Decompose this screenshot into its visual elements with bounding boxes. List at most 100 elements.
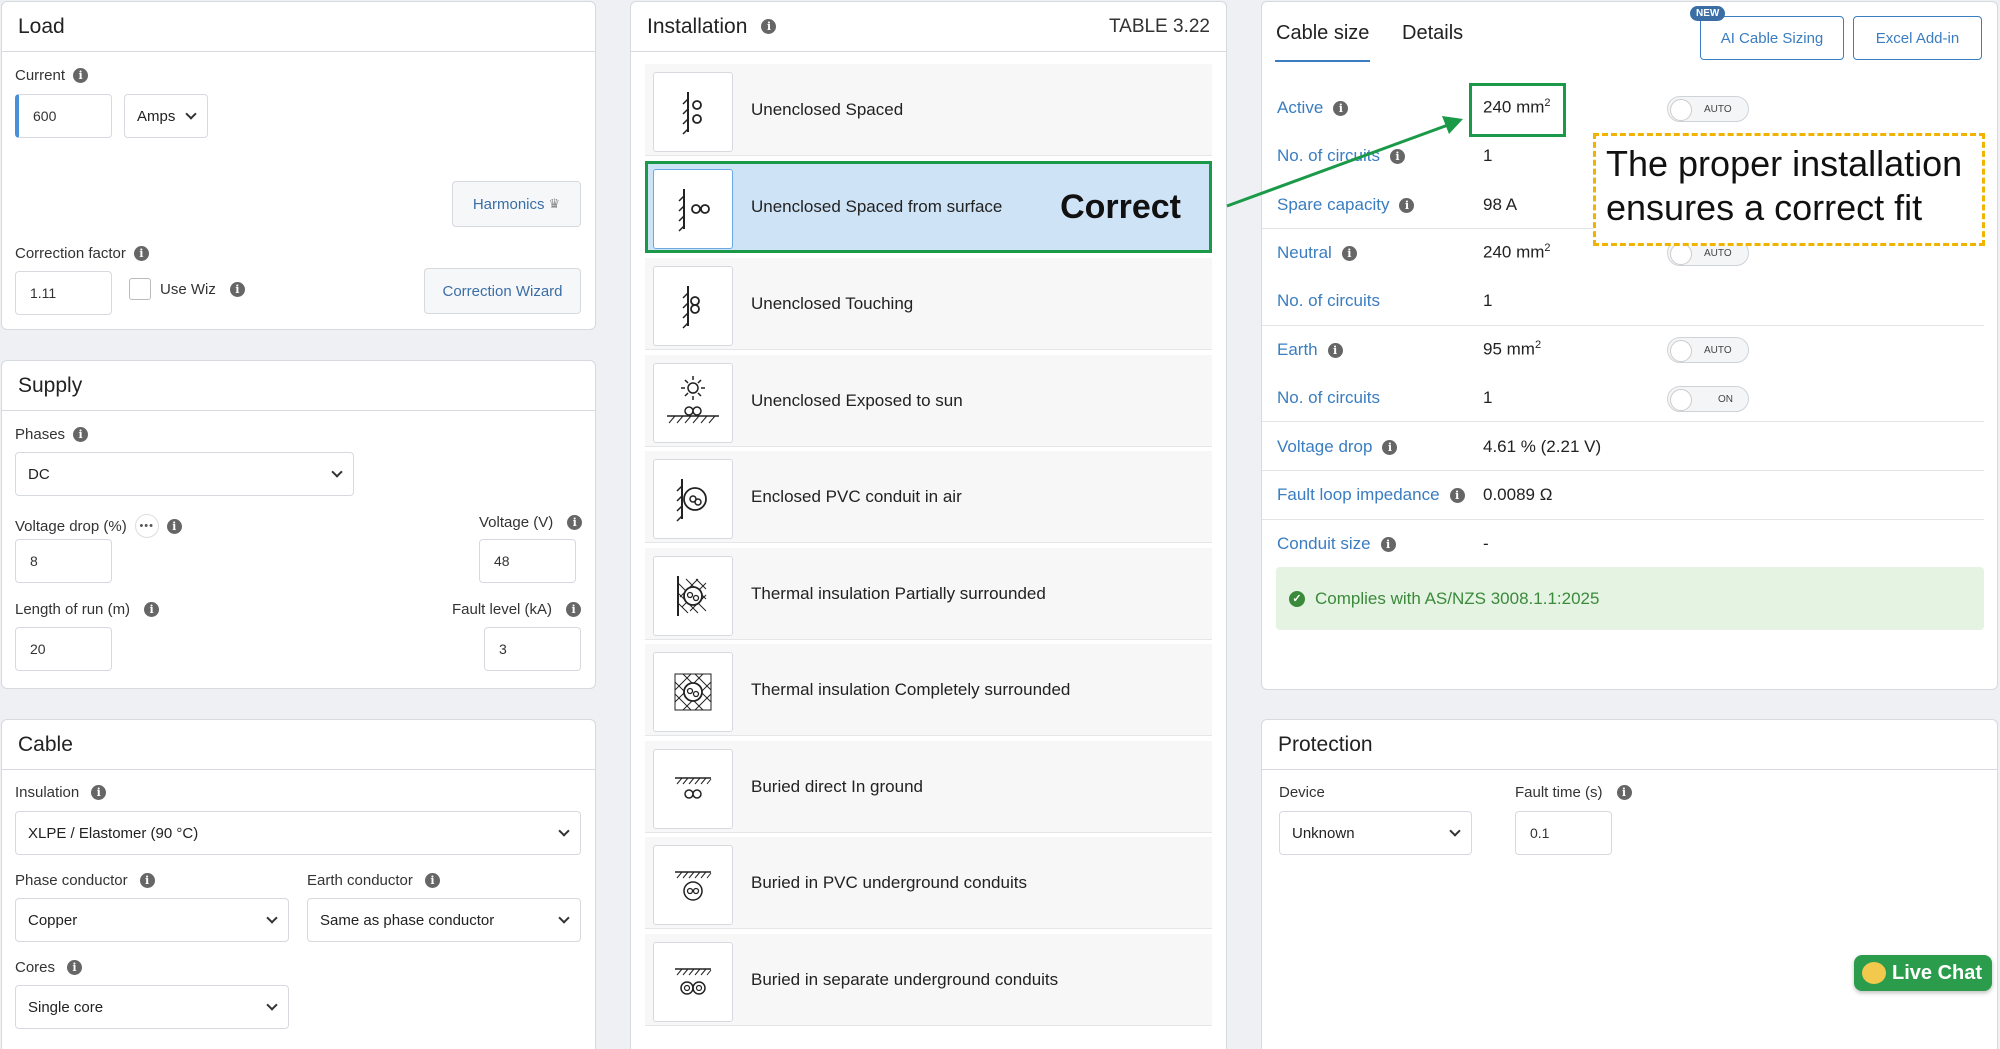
installation-option-thermal-partially-surrounded[interactable]: Thermal insulation Partially surrounded xyxy=(645,548,1212,640)
chevron-down-icon xyxy=(331,466,343,478)
divider xyxy=(1262,519,1984,520)
info-icon[interactable]: i xyxy=(1449,487,1465,503)
info-icon[interactable]: i xyxy=(67,960,83,975)
unenclosed-spaced-from-surface-icon xyxy=(653,169,733,249)
earth-auto-toggle[interactable]: AUTO xyxy=(1667,337,1749,363)
info-icon[interactable]: i xyxy=(1389,148,1405,164)
excel-add-in-button[interactable]: Excel Add-in xyxy=(1853,16,1982,60)
crown-icon: ♛ xyxy=(548,196,561,211)
correction-factor-input[interactable]: 1.11 xyxy=(15,271,112,315)
conduit-size-label: Conduit size i xyxy=(1277,534,1396,554)
check-circle-icon: ✓ xyxy=(1289,590,1305,607)
protection-panel: Protection xyxy=(1261,719,1998,1049)
neutral-circuits-label: No. of circuits xyxy=(1277,291,1380,310)
insulation-select[interactable]: XLPE / Elastomer (90 °C) xyxy=(15,811,581,855)
unenclosed-touching-icon xyxy=(653,266,733,346)
installation-option-buried-direct[interactable]: Buried direct In ground xyxy=(645,741,1212,833)
ai-cable-sizing-button[interactable]: AI Cable Sizing xyxy=(1700,16,1844,60)
device-select[interactable]: Unknown xyxy=(1279,811,1472,855)
installation-option-buried-pvc-conduits[interactable]: Buried in PVC underground conduits xyxy=(645,837,1212,929)
cores-label: Cores i xyxy=(15,959,83,976)
chevron-down-icon xyxy=(558,825,570,837)
installation-option-unenclosed-spaced-from-surface[interactable]: Unenclosed Spaced from surface Correct xyxy=(645,161,1212,253)
info-icon[interactable]: i xyxy=(73,427,89,442)
neutral-label: Neutral i xyxy=(1277,243,1357,263)
more-icon[interactable]: ••• xyxy=(134,514,159,538)
unit-select[interactable]: Amps xyxy=(124,94,208,138)
chat-bubble-icon xyxy=(1862,962,1886,984)
supply-title: Supply xyxy=(2,361,595,411)
table-reference: TABLE 3.22 xyxy=(1108,15,1210,37)
live-chat-button[interactable]: Live Chat xyxy=(1854,955,1992,991)
info-icon[interactable]: i xyxy=(761,19,777,34)
chevron-down-icon xyxy=(185,108,197,120)
device-label: Device xyxy=(1279,784,1325,801)
buried-direct-icon xyxy=(653,749,733,829)
current-label: Current i xyxy=(15,67,89,84)
voltage-input[interactable]: 48 xyxy=(479,539,576,583)
harmonics-button[interactable]: Harmonics ♛ xyxy=(452,181,581,227)
length-of-run-input[interactable]: 20 xyxy=(15,627,112,671)
info-icon[interactable]: i xyxy=(1341,245,1357,261)
phases-select[interactable]: DC xyxy=(15,452,354,496)
voltage-drop-input[interactable]: 8 xyxy=(15,539,112,583)
new-badge: NEW xyxy=(1690,6,1726,21)
installation-option-thermal-completely-surrounded[interactable]: Thermal insulation Completely surrounded xyxy=(645,644,1212,736)
fault-level-label: Fault level (kA) i xyxy=(452,601,582,618)
fault-time-input[interactable]: 0.1 xyxy=(1515,811,1612,855)
circuits-label: No. of circuits i xyxy=(1277,146,1405,166)
annotation-note-box: The proper installation ensures a correc… xyxy=(1593,133,1985,246)
correct-annotation-label: Correct xyxy=(1060,187,1181,226)
chevron-down-icon xyxy=(1449,825,1461,837)
fault-loop-impedance-value: 0.0089 Ω xyxy=(1483,485,1553,504)
current-input[interactable]: 600 xyxy=(15,94,112,138)
tab-details[interactable]: Details xyxy=(1402,22,1463,45)
info-icon[interactable]: i xyxy=(91,785,107,800)
info-icon[interactable]: i xyxy=(133,246,149,261)
divider xyxy=(1262,470,1984,471)
voltage-label: Voltage (V) i xyxy=(479,514,583,531)
tab-cable-size[interactable]: Cable size xyxy=(1275,18,1371,62)
correction-wizard-button[interactable]: Correction Wizard xyxy=(424,268,581,314)
length-of-run-label: Length of run (m) i xyxy=(15,601,160,618)
info-icon[interactable]: i xyxy=(144,602,160,617)
installation-option-unenclosed-touching[interactable]: Unenclosed Touching xyxy=(645,258,1212,350)
info-icon[interactable]: i xyxy=(166,518,182,534)
earth-conductor-select[interactable]: Same as phase conductor xyxy=(307,898,581,942)
protection-title: Protection xyxy=(1262,720,1997,770)
installation-header: Installation i TABLE 3.22 xyxy=(631,2,1226,52)
installation-option-buried-separate-conduits[interactable]: Buried in separate underground conduits xyxy=(645,934,1212,1026)
info-icon[interactable]: i xyxy=(566,602,582,617)
info-icon[interactable]: i xyxy=(1327,342,1343,358)
chevron-down-icon xyxy=(266,912,278,924)
active-highlight-box xyxy=(1469,83,1566,137)
use-wiz-checkbox[interactable] xyxy=(129,278,151,300)
cable-title: Cable xyxy=(2,720,595,770)
thermal-partial-icon xyxy=(653,556,733,636)
info-icon[interactable]: i xyxy=(1399,197,1415,213)
active-auto-toggle[interactable]: AUTO xyxy=(1667,96,1749,122)
installation-option-unenclosed-exposed-to-sun[interactable]: Unenclosed Exposed to sun xyxy=(645,355,1212,447)
info-icon[interactable]: i xyxy=(229,282,245,297)
insulation-label: Insulation i xyxy=(15,784,107,801)
fault-level-input[interactable]: 3 xyxy=(484,627,581,671)
earth-label: Earth i xyxy=(1277,340,1343,360)
cores-select[interactable]: Single core xyxy=(15,985,289,1029)
voltage-drop-label: Voltage drop (%) ••• i xyxy=(15,514,182,538)
installation-option-enclosed-pvc-conduit-in-air[interactable]: Enclosed PVC conduit in air xyxy=(645,451,1212,543)
installation-option-unenclosed-spaced[interactable]: Unenclosed Spaced xyxy=(645,64,1212,156)
fault-loop-impedance-label: Fault loop impedance i xyxy=(1277,485,1465,505)
earth-circuits-toggle[interactable]: ON xyxy=(1667,386,1749,412)
info-icon[interactable]: i xyxy=(424,873,440,888)
info-icon[interactable]: i xyxy=(1382,439,1398,455)
info-icon[interactable]: i xyxy=(1333,100,1349,116)
info-icon[interactable]: i xyxy=(567,515,583,530)
info-icon[interactable]: i xyxy=(73,68,89,83)
divider xyxy=(1262,325,1984,326)
info-icon[interactable]: i xyxy=(1616,785,1632,800)
phase-conductor-select[interactable]: Copper xyxy=(15,898,289,942)
use-wiz-label: Use Wiz i xyxy=(160,281,245,298)
phases-label: Phases i xyxy=(15,426,89,443)
info-icon[interactable]: i xyxy=(139,873,155,888)
info-icon[interactable]: i xyxy=(1380,536,1396,552)
